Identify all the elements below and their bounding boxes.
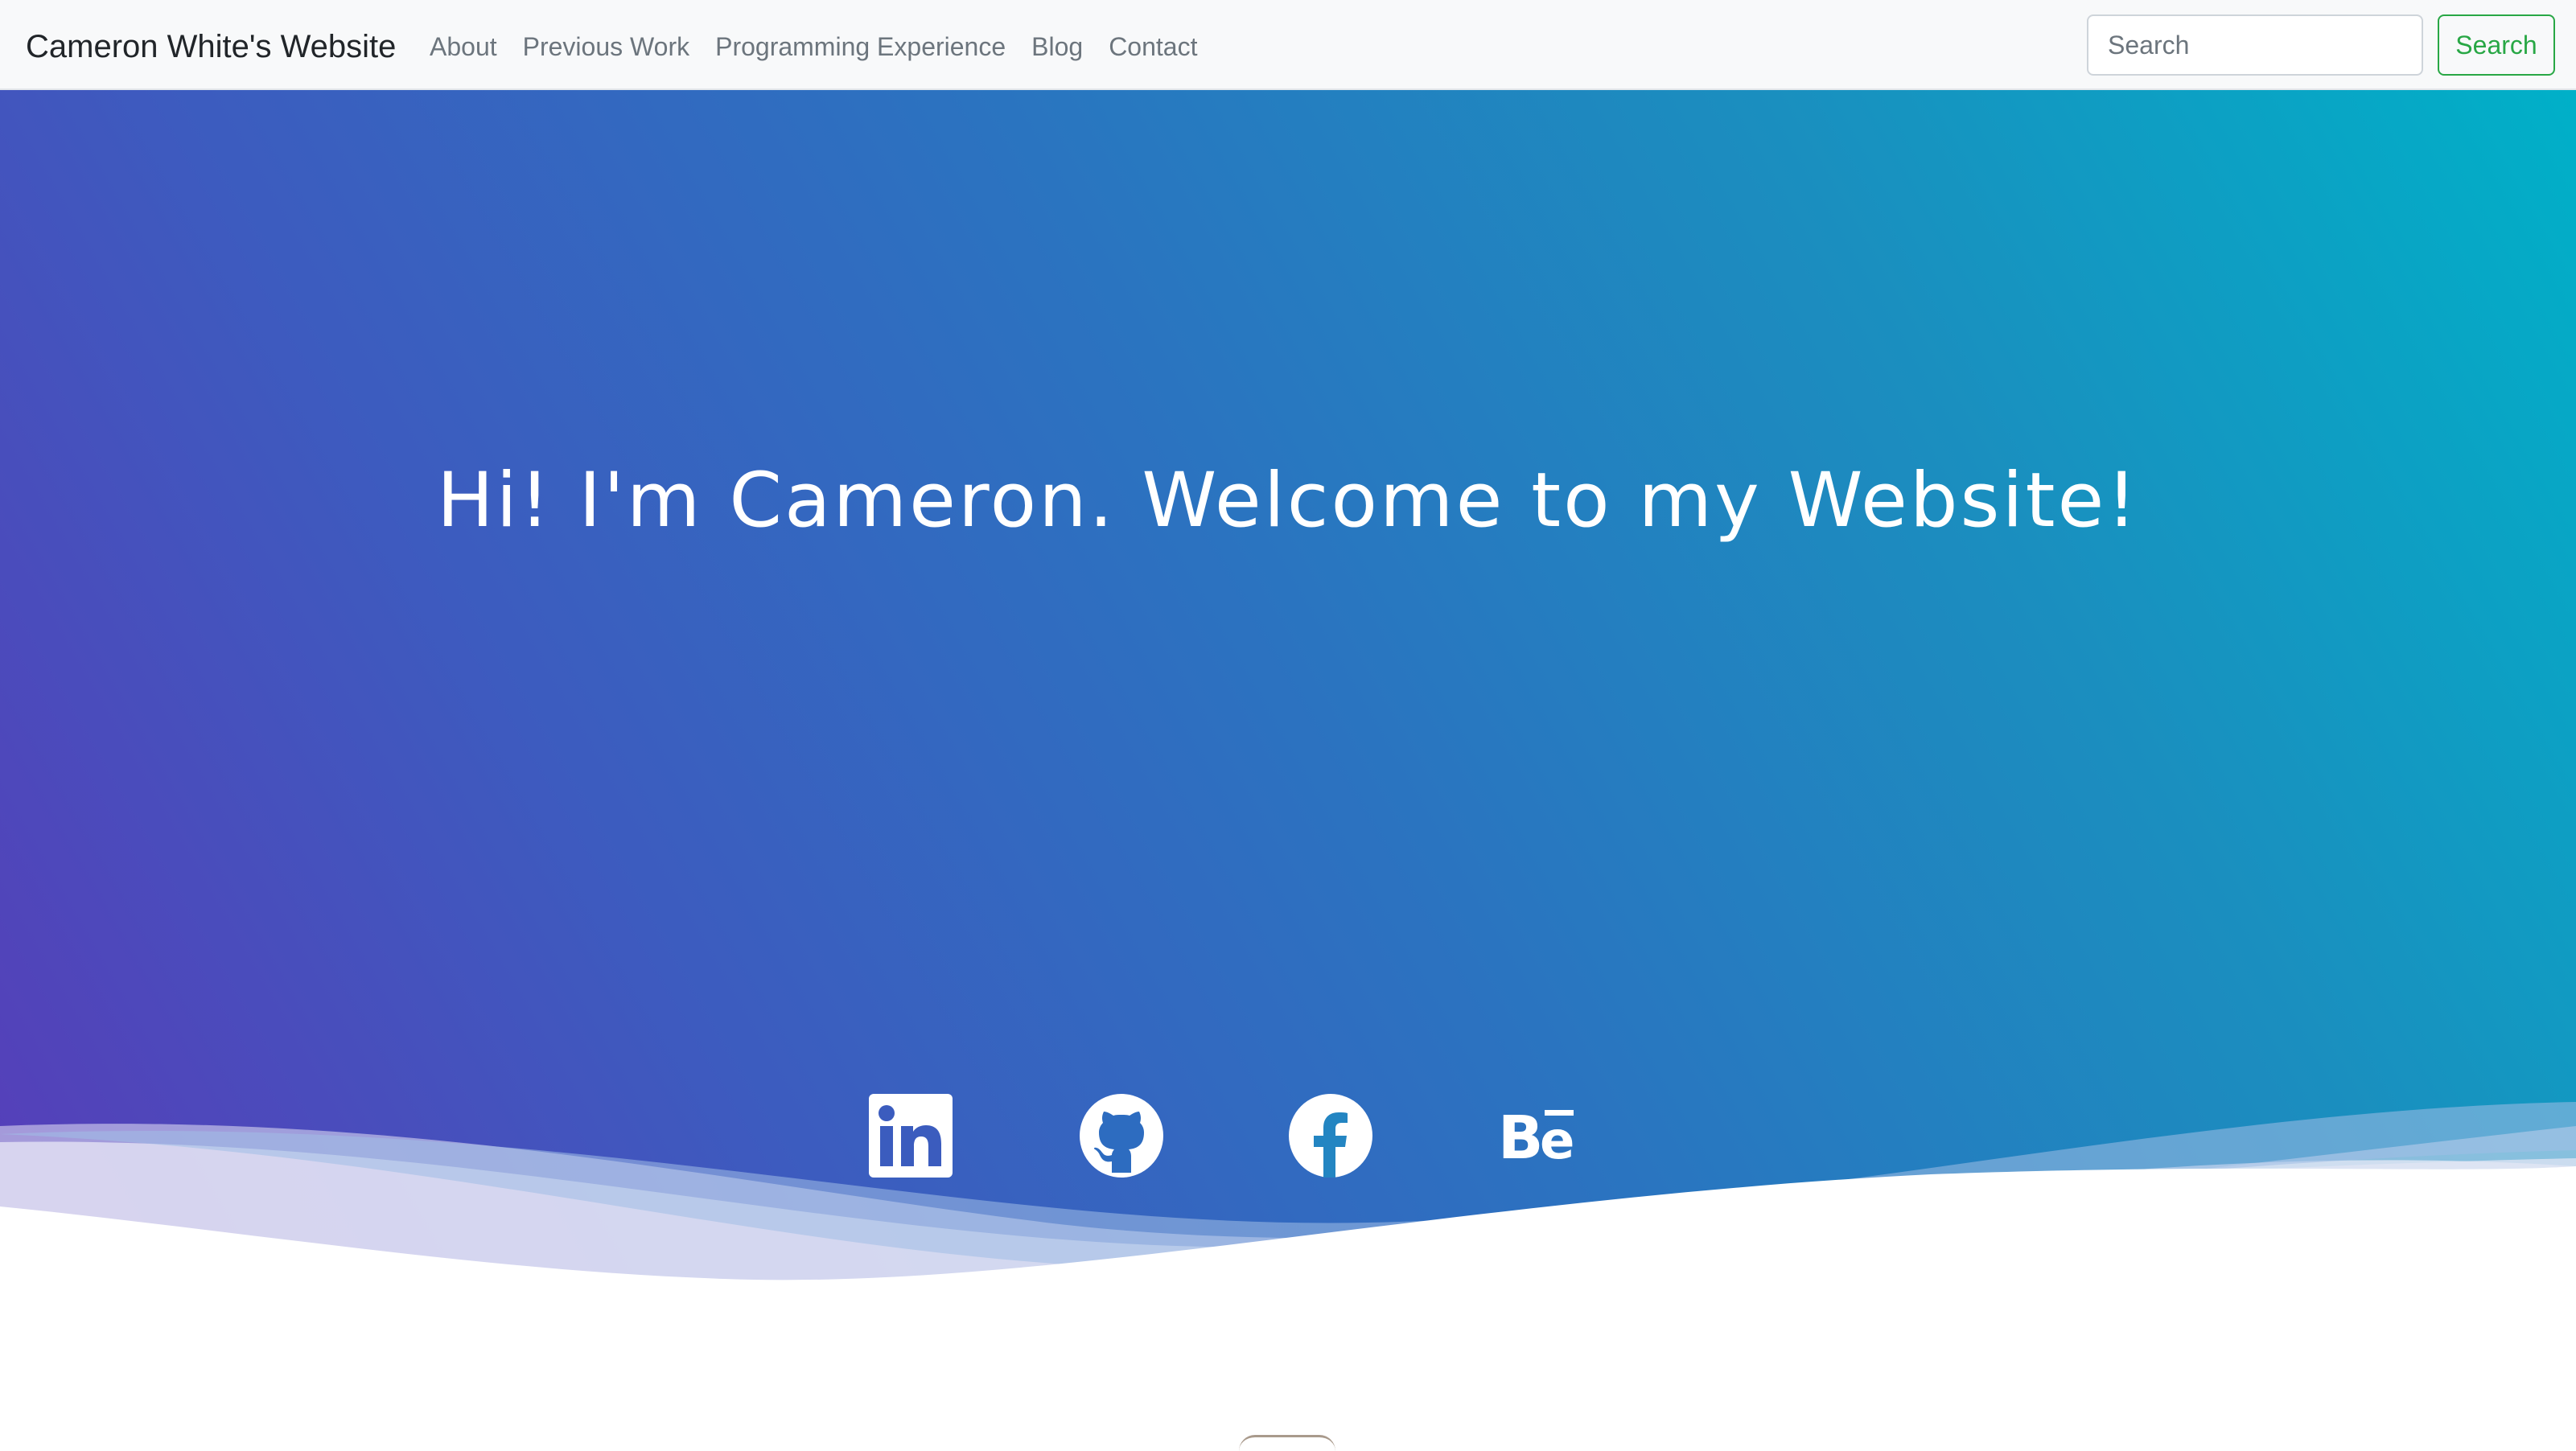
top-navbar: Cameron White's Website About Previous W… [0,0,2576,90]
nav-link-programming-experience[interactable]: Programming Experience [715,24,1006,69]
nav-links: About Previous Work Programming Experien… [430,24,1223,69]
site-brand-link[interactable]: Cameron White's Website [26,24,396,69]
nav-link-contact[interactable]: Contact [1109,24,1197,69]
nav-link-previous-work[interactable]: Previous Work [523,24,689,69]
nav-link-blog[interactable]: Blog [1031,24,1083,69]
avatar-peek [1239,1435,1335,1451]
nav-link-about[interactable]: About [430,24,497,69]
decorative-waves [0,1102,2576,1443]
search-input[interactable] [2087,14,2423,76]
search-button[interactable]: Search [2438,14,2555,76]
hero-title: Hi! I'm Cameron. Welcome to my Website! [436,457,2139,545]
